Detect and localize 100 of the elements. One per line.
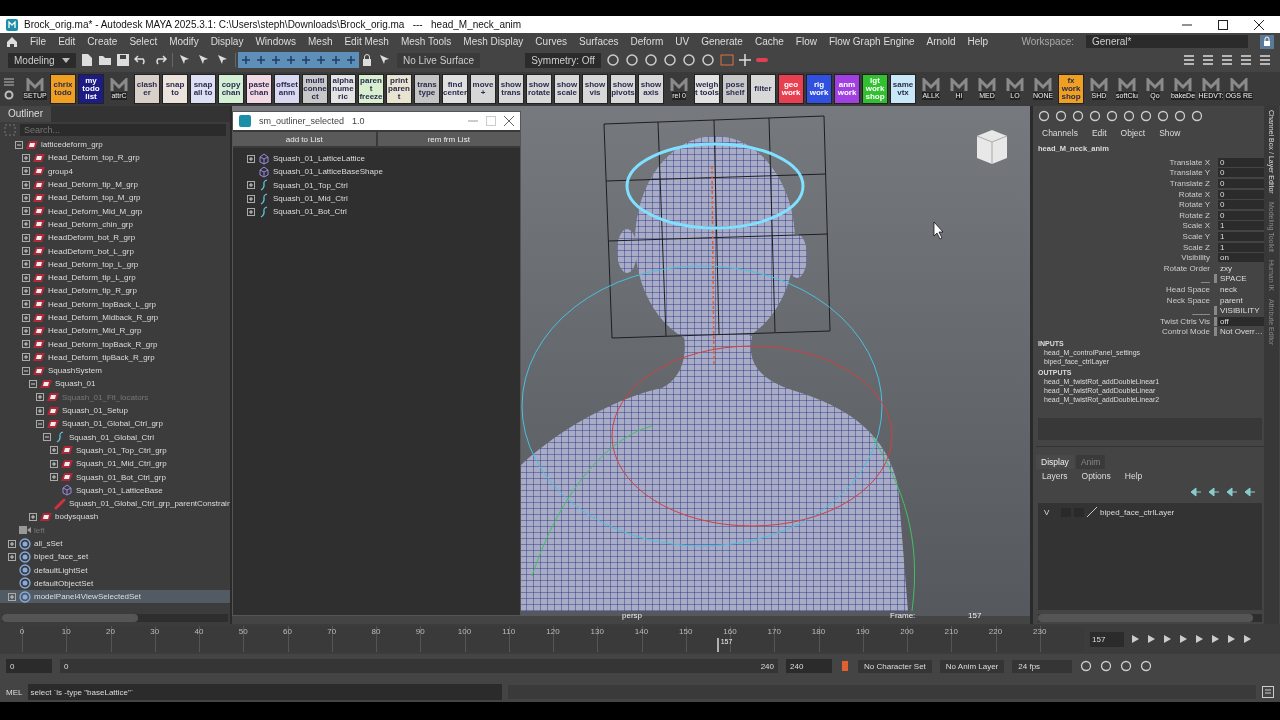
shelf-button[interactable]: show scale: [554, 74, 580, 104]
redo-icon[interactable]: [153, 55, 167, 65]
tree-row[interactable]: modelPanel4ViewSelectedSet: [0, 590, 230, 604]
shelf-button[interactable]: fx work shop: [1058, 74, 1084, 104]
menu-item[interactable]: Layers: [1042, 471, 1068, 482]
script-editor-icon[interactable]: [1262, 686, 1274, 698]
layer-tool-icon[interactable]: [1190, 487, 1202, 498]
shelf-button[interactable]: move +: [470, 74, 496, 104]
new-file-icon[interactable]: [81, 53, 93, 67]
panel-layout-icon[interactable]: [1182, 53, 1196, 67]
attribute-name[interactable]: Control Mode: [1036, 327, 1214, 337]
channel-tool-icon[interactable]: [1072, 110, 1084, 122]
maximize-icon[interactable]: [1218, 19, 1228, 30]
layer-tool-icon[interactable]: [1226, 487, 1238, 498]
character-set-dropdown[interactable]: No Character Set: [858, 659, 932, 673]
tree-row[interactable]: Squash_01_Global_Ctrl_grp_parentConstrain: [0, 497, 230, 511]
tree-row[interactable]: Head_Deform_top_R_grp: [0, 151, 230, 165]
attribute-name[interactable]: ____: [1036, 306, 1214, 316]
channel-tool-icon[interactable]: [1038, 110, 1050, 122]
expand-icon[interactable]: [22, 340, 30, 349]
value-field[interactable]: on: [1218, 253, 1264, 263]
menu-item[interactable]: Flow Graph Engine: [828, 36, 915, 47]
collapse-icon[interactable]: [43, 433, 51, 442]
expand-icon[interactable]: [22, 313, 30, 322]
symmetry-dropdown[interactable]: Symmetry: Off: [525, 52, 601, 68]
expand-icon[interactable]: [36, 406, 44, 415]
shelf-button[interactable]: show axis: [638, 74, 664, 104]
shelf-button[interactable]: multi connect: [302, 74, 328, 104]
expand-icon[interactable]: [247, 154, 255, 163]
menu-item[interactable]: Create: [87, 36, 118, 47]
collapse-icon[interactable]: [22, 366, 30, 375]
expand-icon[interactable]: [22, 286, 30, 295]
list-item-label[interactable]: Squash_01_Top_Ctrl: [273, 180, 348, 190]
menu-item[interactable]: Curves: [535, 36, 568, 47]
channel-tool-icon[interactable]: [1123, 110, 1135, 122]
expand-icon[interactable]: [247, 207, 255, 216]
expand-icon[interactable]: [22, 207, 30, 216]
shelf-button[interactable]: chrix todo: [50, 74, 76, 104]
expand-icon[interactable]: [22, 247, 30, 255]
plus-icon[interactable]: [738, 54, 751, 66]
menu-item[interactable]: Display: [210, 36, 244, 47]
channel-tool-icon[interactable]: [1174, 110, 1186, 122]
attribute-value[interactable]: SPACE: [1218, 274, 1264, 284]
menu-set-dropdown[interactable]: Modeling: [8, 52, 76, 68]
anim-layer-dropdown[interactable]: No Anim Layer: [939, 659, 1005, 673]
expand-icon[interactable]: [50, 446, 58, 455]
shelf-button[interactable]: show pivots: [610, 74, 636, 104]
attribute-name[interactable]: Rotate X: [1036, 189, 1214, 199]
menu-item[interactable]: Help: [1124, 471, 1143, 482]
tree-row[interactable]: HeadDeform_bot_L_grp: [0, 244, 230, 258]
attribute-name[interactable]: Translate Y: [1036, 168, 1214, 178]
attribute-name[interactable]: Translate Z: [1036, 179, 1214, 188]
menu-item[interactable]: Modify: [169, 36, 199, 47]
attribute-value[interactable]: VISIBILITY: [1218, 306, 1264, 316]
workspace-dropdown[interactable]: General*: [1086, 35, 1248, 48]
menu-item[interactable]: Deform: [630, 36, 664, 47]
range-bar[interactable]: 0 240: [60, 659, 778, 673]
attribute-value[interactable]: Not Overr…: [1218, 327, 1264, 337]
folder-icon[interactable]: [98, 54, 112, 66]
value-field[interactable]: 0: [1218, 200, 1264, 210]
menu-item[interactable]: Object: [1120, 128, 1146, 138]
live-surface-field[interactable]: No Live Surface: [397, 52, 481, 68]
shelf-button[interactable]: weight tools: [694, 74, 720, 104]
tree-row[interactable]: Head_Deform_topBack_R_grp: [0, 337, 230, 351]
tree-row[interactable]: Squash_01_Setup: [0, 403, 230, 418]
value-field[interactable]: 1: [1218, 231, 1264, 241]
value-field[interactable]: 0: [1218, 189, 1264, 199]
shelf-button[interactable]: alpha numeric: [330, 74, 356, 104]
tree-row[interactable]: biped_face_set: [0, 550, 230, 564]
key-icon[interactable]: [840, 660, 850, 672]
attribute-name[interactable]: Scale Z: [1036, 242, 1214, 252]
expand-icon[interactable]: [22, 167, 30, 176]
panel-layout-icon[interactable]: [1258, 53, 1272, 67]
tree-row[interactable]: Head_Deform_chin_grp: [0, 217, 230, 232]
render-tool-icon[interactable]: [624, 53, 639, 67]
collapse-icon[interactable]: [15, 140, 23, 149]
list-button[interactable]: add to List: [233, 132, 376, 146]
tree-row[interactable]: Head_Deform_tip_M_grp: [0, 177, 230, 192]
layer-name[interactable]: biped_face_ctrlLayer: [1100, 507, 1175, 517]
render-tool-icon[interactable]: [662, 53, 677, 67]
value-field[interactable]: off: [1218, 316, 1264, 326]
shelf-button[interactable]: snap to: [162, 74, 188, 104]
attribute-name[interactable]: Rotate Z: [1036, 210, 1214, 220]
expand-icon[interactable]: [22, 193, 30, 202]
shelf-button[interactable]: clasher: [134, 74, 160, 104]
home-icon[interactable]: [6, 35, 18, 48]
expand-icon[interactable]: [50, 473, 58, 482]
tree-row[interactable]: Head_Deform_top_L_grp: [0, 257, 230, 271]
shelf-button[interactable]: show rotate: [526, 74, 552, 104]
menu-item[interactable]: Edit: [58, 36, 76, 47]
tree-row[interactable]: Squash_01_Mid_Ctrl_grp: [0, 457, 230, 471]
menu-item[interactable]: Mesh Tools: [400, 36, 452, 47]
search-field[interactable]: Search...: [20, 124, 226, 136]
tree-row[interactable]: HeadDeform_bot_R_grp: [0, 231, 230, 245]
expand-icon[interactable]: [22, 353, 30, 362]
list-button[interactable]: rem frm List: [377, 132, 520, 146]
menu-icon[interactable]: [4, 78, 14, 86]
expand-icon[interactable]: [8, 592, 16, 601]
shelf-button[interactable]: show vis: [582, 74, 608, 104]
undo-icon[interactable]: [134, 55, 148, 65]
